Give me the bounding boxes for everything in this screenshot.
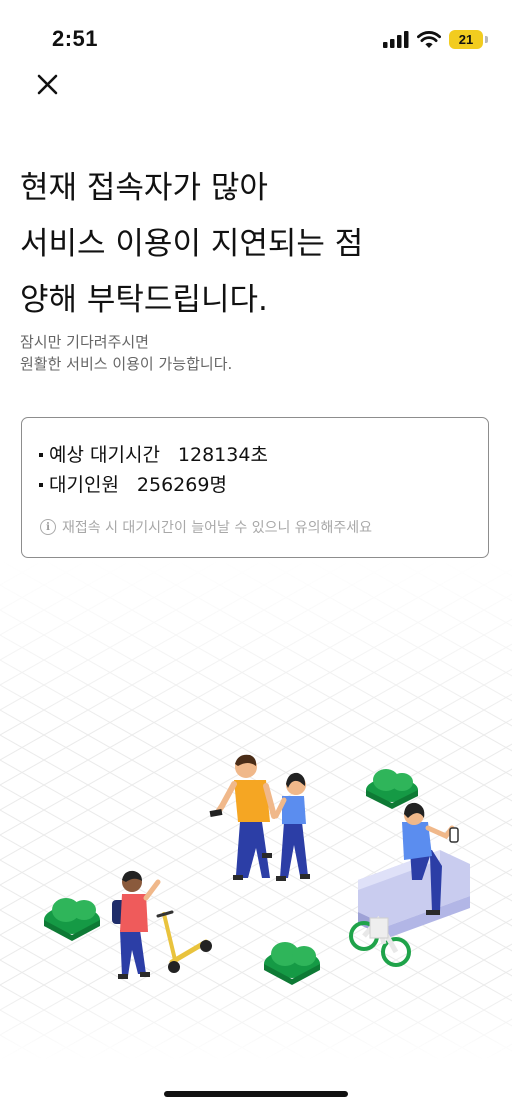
battery-cap	[485, 36, 488, 43]
status-icons: 21	[383, 30, 488, 49]
close-button[interactable]	[30, 66, 66, 102]
wait-time-label: 예상 대기시간	[49, 444, 160, 466]
page-subtitle: 잠시만 기다려주시면 원활한 서비스 이용이 가능합니다.	[20, 331, 232, 375]
wait-time-row: 예상 대기시간 128134초	[39, 440, 268, 467]
title-line-3: 양해 부탁드립니다.	[20, 282, 268, 318]
reconnect-notice: i 재접속 시 대기시간이 늘어날 수 있으니 유의해주세요	[40, 517, 372, 537]
subtitle-line-1: 잠시만 기다려주시면	[20, 333, 149, 351]
page-title: 현재 접속자가 많아 서비스 이용이 지연되는 점 양해 부탁드립니다.	[20, 160, 363, 328]
status-time: 2:51	[52, 26, 99, 51]
waiting-illustration	[0, 560, 512, 1060]
wait-people-row: 대기인원 256269명	[39, 470, 227, 497]
title-line-1: 현재 접속자가 많아	[20, 170, 268, 206]
notice-text: 재접속 시 대기시간이 늘어날 수 있으니 유의해주세요	[62, 520, 373, 536]
battery-level: 21	[458, 32, 474, 47]
wait-info-card: 예상 대기시간 128134초 대기인원 256269명 i 재접속 시 대기시…	[21, 417, 489, 558]
wait-people-value: 256269명	[136, 474, 227, 496]
signal-icon	[383, 31, 409, 48]
close-icon	[37, 74, 58, 95]
wait-time-value: 128134초	[177, 444, 268, 466]
bullet-icon	[39, 482, 43, 487]
home-indicator[interactable]	[164, 1091, 348, 1097]
wait-people-label: 대기인원	[49, 474, 119, 496]
subtitle-line-2: 원활한 서비스 이용이 가능합니다.	[20, 355, 233, 373]
battery-icon: 21	[449, 30, 483, 49]
title-line-2: 서비스 이용이 지연되는 점	[20, 226, 364, 262]
status-bar: 2:51 21	[0, 0, 512, 80]
info-icon: i	[40, 519, 56, 535]
wifi-icon	[417, 30, 441, 48]
bullet-icon	[39, 452, 43, 457]
